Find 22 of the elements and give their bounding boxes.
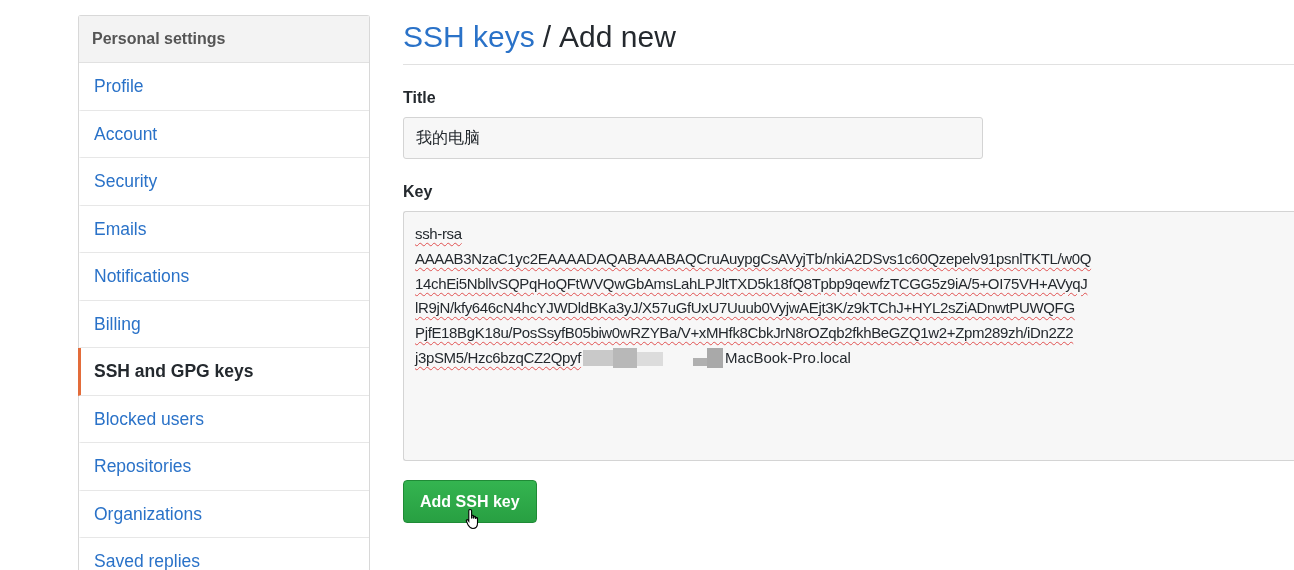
sidebar-item[interactable]: SSH and GPG keys <box>78 348 369 396</box>
page-title: Add new <box>559 20 676 54</box>
ssh-keys-link[interactable]: SSH keys <box>403 20 535 54</box>
sidebar-item[interactable]: Repositories <box>78 443 369 491</box>
sidebar-item[interactable]: Emails <box>78 205 369 253</box>
breadcrumb-separator: / <box>542 20 552 54</box>
key-label: Key <box>403 183 434 201</box>
sidebar-item[interactable]: Organizations <box>78 490 369 538</box>
key-field[interactable]: ssh-rsa AAAAB3NzaC1yc2EAAAADAQABAAABAQCruAuypgCsAVyjTb/nkiA2DSvs1c60Qzepelv91psnlTKTL/w0Q 14chEi5NbllvSQPqHoQFtWVQwGbAmsLahLPJltTXD5k18fQ8Tpbp9qewfzTCGG5z9iA/5+OI75VH+AVyqJ lR9jN/kfy646cN4hcYJWDldBKa3yJ/X57uGfUxU7Uuub0VyjwAEjt3K/z9kTChJ+HYL2sZiADnwtPUWQFG PjfE18BgK18u/PosSsyfB05biw0wRZYBa/V+xMHfk8CbkJrN8rOZqb2fkhBeGZQ1w2+Zpm289zh/iDn2Z2 j3pSM5/Hzc6bzqCZ2Qpyf MacBook-Pro.local <box>403 211 1294 461</box>
title-label: Title <box>403 89 437 107</box>
add-ssh-key-button[interactable]: Add SSH key <box>403 480 537 523</box>
sidebar-item[interactable]: Saved replies <box>78 538 369 570</box>
sidebar-item[interactable]: Account <box>78 110 369 158</box>
sidebar-header: Personal settings <box>79 16 369 63</box>
sidebar-item[interactable]: Notifications <box>78 253 369 301</box>
key-text: MacBook-Pro.local <box>725 348 851 368</box>
sidebar-item[interactable]: Profile <box>78 63 369 111</box>
sidebar-item[interactable]: Security <box>78 158 369 206</box>
key-text: j3pSM5/Hzc6bzqCZ2Qpyf <box>415 348 582 368</box>
sidebar-item[interactable]: Billing <box>78 300 369 348</box>
title-field[interactable]: 我的电脑 <box>403 117 983 159</box>
sidebar-item[interactable]: Blocked users <box>78 395 369 443</box>
